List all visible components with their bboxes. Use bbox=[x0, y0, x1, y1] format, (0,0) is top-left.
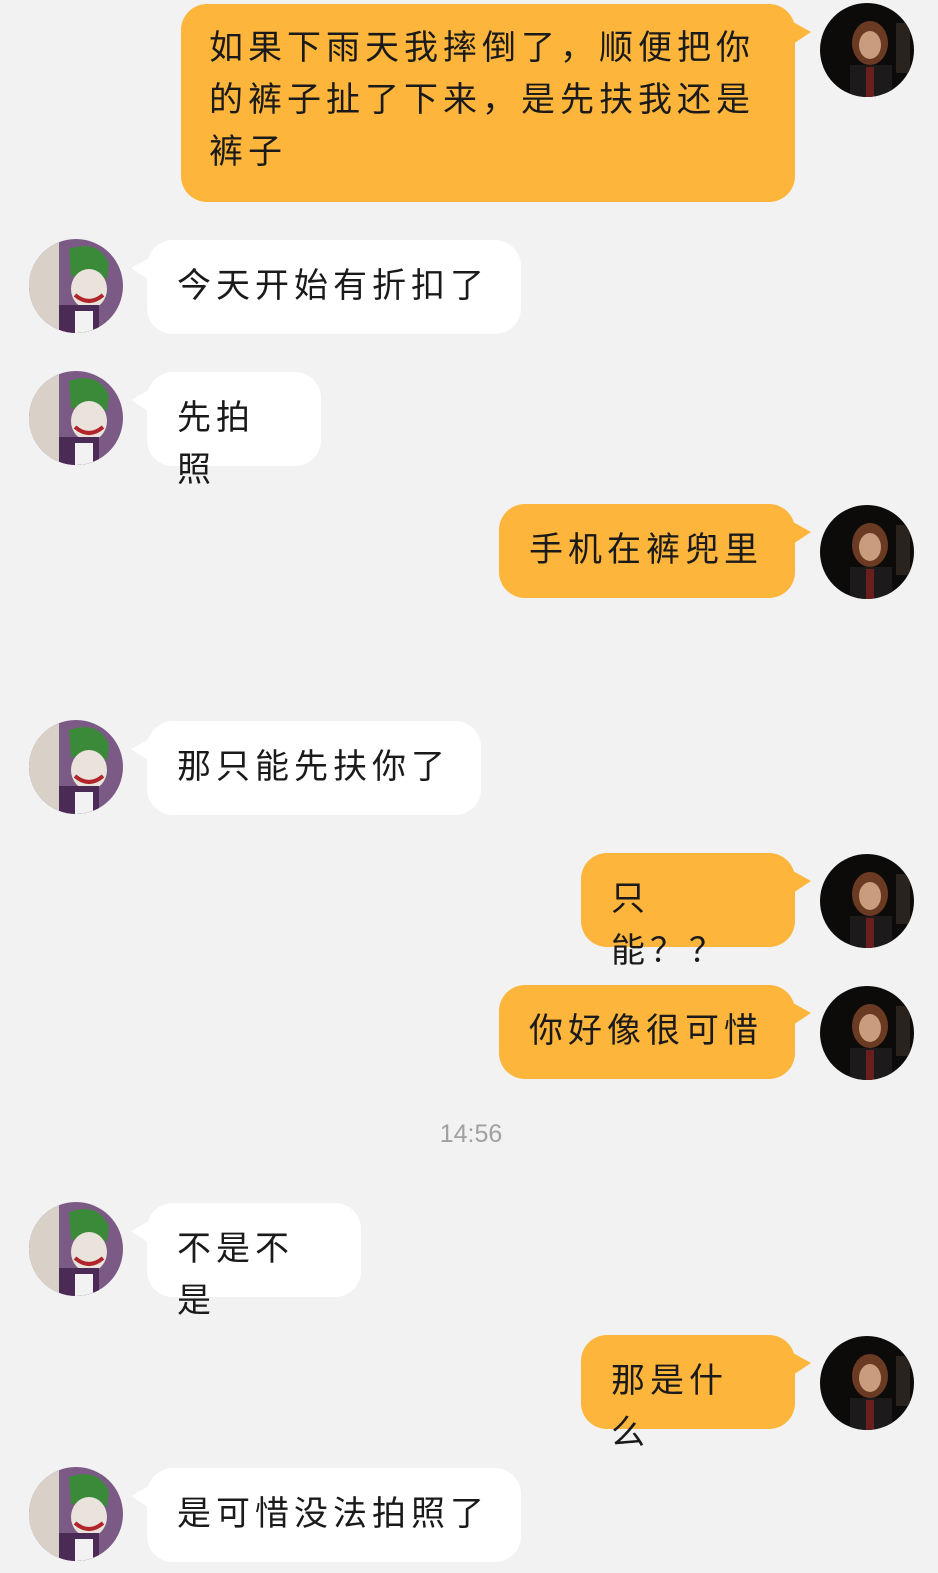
girl-portrait-avatar-icon bbox=[820, 3, 914, 97]
girl-portrait-avatar-icon bbox=[820, 986, 914, 1080]
message-bubble-incoming[interactable]: 是可惜没法拍照了 bbox=[131, 1468, 521, 1562]
joker-comic-avatar-icon bbox=[29, 1467, 123, 1561]
joker-comic-avatar-icon bbox=[29, 371, 123, 465]
girl-portrait-avatar-icon bbox=[820, 854, 914, 948]
message-bubble-incoming[interactable]: 今天开始有折扣了 bbox=[131, 240, 521, 334]
joker-comic-avatar-icon bbox=[29, 720, 123, 814]
girl-portrait-avatar-icon bbox=[820, 1336, 914, 1430]
user-avatar[interactable] bbox=[820, 986, 914, 1080]
girl-portrait-avatar-icon bbox=[820, 505, 914, 599]
contact-avatar[interactable] bbox=[29, 1467, 123, 1561]
user-avatar[interactable] bbox=[820, 1336, 914, 1430]
message-bubble-incoming[interactable]: 那只能先扶你了 bbox=[131, 721, 481, 815]
user-avatar[interactable] bbox=[820, 3, 914, 97]
message-bubble-outgoing[interactable]: 只能？？ bbox=[581, 853, 811, 971]
message-bubble-outgoing[interactable]: 你好像很可惜 bbox=[499, 985, 811, 1079]
message-timestamp: 14:56 bbox=[439, 1120, 503, 1148]
message-bubble-incoming[interactable]: 不是不是 bbox=[131, 1203, 361, 1321]
chat-view: 如果下雨天我摔倒了，顺便把你的裤子扯了下来，是先扶我还是裤子 今天开始有折扣了 bbox=[0, 0, 938, 1573]
contact-avatar[interactable] bbox=[29, 371, 123, 465]
joker-comic-avatar-icon bbox=[29, 1202, 123, 1296]
message-bubble-outgoing[interactable]: 手机在裤兜里 bbox=[499, 504, 811, 598]
user-avatar[interactable] bbox=[820, 505, 914, 599]
joker-comic-avatar-icon bbox=[29, 239, 123, 333]
contact-avatar[interactable] bbox=[29, 1202, 123, 1296]
message-bubble-incoming[interactable]: 先拍照 bbox=[131, 372, 321, 490]
message-bubble-outgoing[interactable]: 那是什么 bbox=[581, 1335, 811, 1453]
contact-avatar[interactable] bbox=[29, 239, 123, 333]
contact-avatar[interactable] bbox=[29, 720, 123, 814]
user-avatar[interactable] bbox=[820, 854, 914, 948]
message-bubble-outgoing[interactable]: 如果下雨天我摔倒了，顺便把你的裤子扯了下来，是先扶我还是裤子 bbox=[181, 4, 811, 202]
